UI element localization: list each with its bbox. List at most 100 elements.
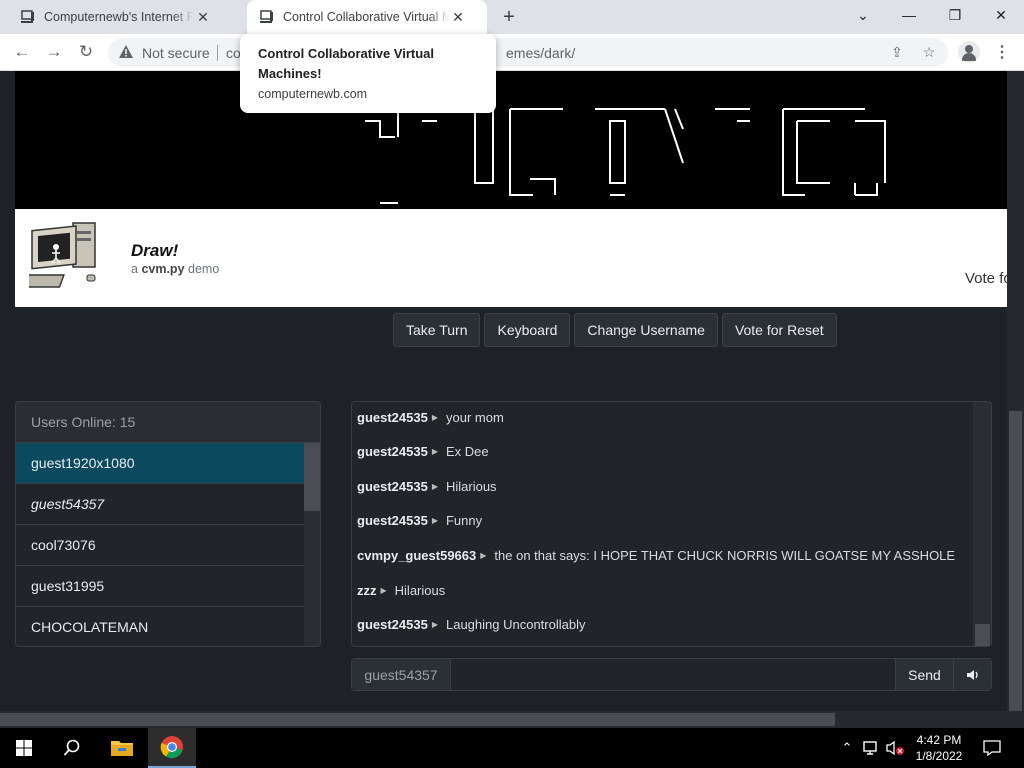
user-list-item[interactable]: guest54357 xyxy=(16,484,304,525)
scrollbar-thumb[interactable] xyxy=(304,443,320,511)
close-tab-icon[interactable]: ✕ xyxy=(194,8,212,26)
restore-button[interactable]: ❐ xyxy=(932,0,978,30)
vm-title: Draw! xyxy=(131,241,179,260)
warning-triangle-icon xyxy=(118,44,134,60)
browser-menu-icon[interactable]: ⋮ xyxy=(992,42,1012,62)
chat-text: Funny xyxy=(445,513,483,528)
tab-internet-pub-hub[interactable]: Computernewb's Internet Pub Hub ✕ xyxy=(8,0,246,34)
browser-tab-bar: Computernewb's Internet Pub Hub ✕ Contro… xyxy=(0,0,1024,34)
chat-text: your mom xyxy=(445,410,504,425)
back-arrow-icon[interactable]: ← xyxy=(9,39,35,65)
tab-title: Control Collaborative Virtual Machines! xyxy=(283,10,449,24)
vote-status-text: Vote fo xyxy=(965,270,1007,287)
clock-date: 1/8/2022 xyxy=(915,749,963,763)
subtitle-project: cvm.py xyxy=(141,262,185,276)
arrow-right-icon: ▶ xyxy=(380,586,387,595)
arrow-right-icon: ▶ xyxy=(431,516,438,525)
chat-username: guest24535 xyxy=(357,513,428,528)
users-online-header: Users Online: 15 xyxy=(16,402,320,443)
tab-control-collaborative-vms[interactable]: Control Collaborative Virtual Machines! … xyxy=(247,0,487,34)
user-list-item[interactable]: guest31995 xyxy=(16,566,304,607)
chat-text: Hilarious xyxy=(445,479,497,494)
chat-scrollbar[interactable] xyxy=(973,402,991,646)
chat-text: Laughing Uncontrollably xyxy=(445,617,586,632)
new-tab-button[interactable]: + xyxy=(498,6,520,28)
computer-favicon-icon xyxy=(20,9,36,25)
chat-message: guest24535 ▶ your mom xyxy=(357,410,504,425)
users-scrollbar[interactable] xyxy=(304,443,320,646)
chat-message: cvmpy_guest59663 ▶ the on that says: I HOP… xyxy=(357,548,955,563)
change-username-button[interactable]: Change Username xyxy=(574,313,718,347)
subtitle-suffix: demo xyxy=(188,262,220,276)
user-list-item[interactable]: CHOCOLATEMAN xyxy=(16,607,304,646)
bookmark-star-icon[interactable]: ☆ xyxy=(920,43,938,61)
chrome-icon[interactable] xyxy=(148,728,196,768)
chat-message-input[interactable] xyxy=(451,659,895,690)
notification-center-icon[interactable] xyxy=(980,728,1004,768)
close-tab-icon[interactable]: ✕ xyxy=(449,8,467,26)
tab-title: Computernewb's Internet Pub Hub xyxy=(44,10,194,24)
chat-username-label: guest54357 xyxy=(352,659,451,690)
user-list-item[interactable]: guest1920x1080 xyxy=(16,443,304,484)
divider xyxy=(217,45,218,61)
take-turn-button[interactable]: Take Turn xyxy=(393,313,481,347)
url-text-end: emes/dark/ xyxy=(506,45,576,61)
clock-time: 4:42 PM xyxy=(916,733,962,747)
close-window-button[interactable]: ✕ xyxy=(978,0,1024,30)
network-icon[interactable] xyxy=(860,728,882,768)
windows-start-icon[interactable] xyxy=(0,728,48,768)
hovercard-domain: computernewb.com xyxy=(258,87,368,101)
arrow-right-icon: ▶ xyxy=(431,482,438,491)
chat-username: guest24535 xyxy=(357,410,428,425)
tray-chevron-up-icon[interactable]: ⌃ xyxy=(838,728,856,768)
arrow-right-icon: ▶ xyxy=(431,447,438,456)
chat-message: guest24535 ▶ Hilarious xyxy=(357,479,497,494)
arrow-right-icon: ▶ xyxy=(431,413,438,422)
online-users-panel: Users Online: 15 guest1920x1080 guest543… xyxy=(15,401,321,647)
profile-avatar-icon[interactable] xyxy=(958,41,980,63)
chat-message: guest24535 ▶ Funny xyxy=(357,513,482,528)
scrollbar-thumb[interactable] xyxy=(0,713,835,726)
chat-text: Ex Dee xyxy=(445,444,489,459)
user-list-item[interactable]: cool73076 xyxy=(16,525,304,566)
file-explorer-icon[interactable] xyxy=(98,728,146,768)
chat-username: guest24535 xyxy=(357,479,428,494)
chat-username: guest24535 xyxy=(357,444,428,459)
forward-arrow-icon[interactable]: → xyxy=(41,39,67,65)
tab-search-chevron-icon[interactable]: ⌄ xyxy=(840,0,886,30)
vm-info-bar: Draw! a cvm.py demo Vote fo xyxy=(15,209,1007,307)
send-button[interactable]: Send xyxy=(895,659,953,690)
vote-for-reset-button[interactable]: Vote for Reset xyxy=(721,313,837,347)
page-horizontal-scrollbar[interactable] xyxy=(0,711,1024,728)
vm-screen-banner[interactable] xyxy=(15,71,1007,209)
chat-username: cvmpy_guest59663 xyxy=(357,548,477,563)
scrollbar-thumb[interactable] xyxy=(975,624,990,646)
keyboard-button[interactable]: Keyboard xyxy=(484,313,571,347)
windows-taskbar: ⌃ 4:42 PM 1/8/2022 xyxy=(0,728,1024,768)
chat-message: guest24535 ▶ Ex Dee xyxy=(357,444,489,459)
volume-icon[interactable] xyxy=(953,659,991,690)
chat-username: guest24535 xyxy=(357,617,428,632)
chat-username: zzz xyxy=(357,583,377,598)
share-icon[interactable]: ⇪ xyxy=(888,43,906,61)
search-icon[interactable] xyxy=(48,728,96,768)
page-content: Draw! a cvm.py demo Vote fo Take Turn Ke… xyxy=(0,71,1007,711)
scrollbar-thumb[interactable] xyxy=(1009,411,1022,711)
chat-text: the on that says: I HOPE THAT CHUCK NORR… xyxy=(494,548,956,563)
chat-text: Hilarious xyxy=(394,583,446,598)
chat-message: guest24535 ▶ Laughing Uncontrollably xyxy=(357,617,585,632)
arrow-right-icon: ▶ xyxy=(480,551,487,560)
address-bar[interactable]: Not secure co emes/dark/ ⇪ ☆ xyxy=(108,38,948,67)
computer-logo-icon xyxy=(16,217,101,299)
chat-input-row: guest54357 Send xyxy=(351,658,992,691)
security-label[interactable]: Not secure xyxy=(142,45,210,61)
reload-icon[interactable]: ↻ xyxy=(73,39,99,65)
vm-subtitle: a cvm.py demo xyxy=(131,262,219,276)
arrow-right-icon: ▶ xyxy=(431,620,438,629)
taskbar-clock[interactable]: 4:42 PM 1/8/2022 xyxy=(900,732,978,764)
ascii-logo-art xyxy=(365,108,886,204)
url-text-start: co xyxy=(226,45,241,61)
chat-message: zzz ▶ Hilarious xyxy=(357,583,445,598)
minimize-button[interactable]: — xyxy=(886,0,932,30)
page-vertical-scrollbar[interactable] xyxy=(1007,71,1024,711)
